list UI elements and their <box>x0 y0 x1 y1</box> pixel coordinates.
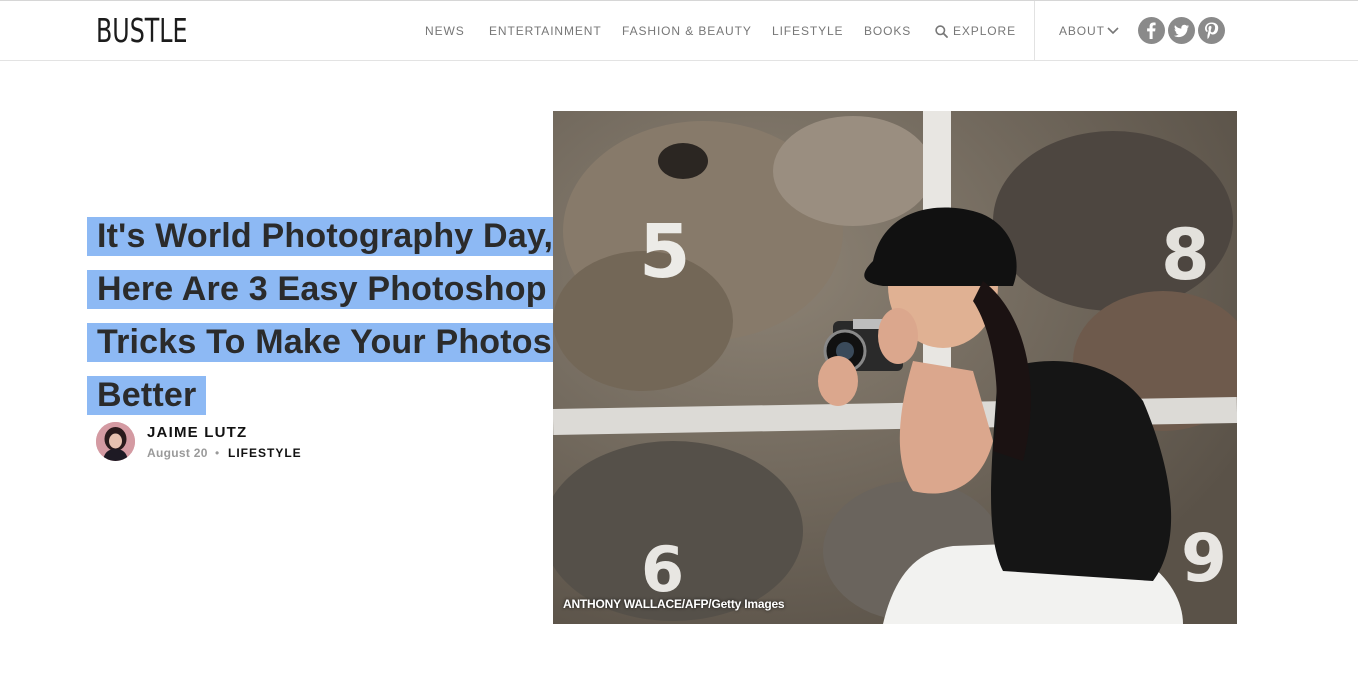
headline-line: It's World Photography Day, So <box>87 217 617 256</box>
pinterest-button[interactable] <box>1198 17 1225 44</box>
headline-line: Better <box>87 376 207 415</box>
nav-lifestyle[interactable]: LIFESTYLE <box>772 24 843 38</box>
facebook-button[interactable] <box>1138 17 1165 44</box>
twitter-button[interactable] <box>1168 17 1195 44</box>
pinterest-icon <box>1205 22 1219 39</box>
facebook-icon <box>1147 22 1156 39</box>
byline-separator: • <box>215 446 220 460</box>
twitter-icon <box>1174 24 1189 38</box>
search-icon[interactable] <box>935 25 948 38</box>
header-divider <box>1034 1 1035 61</box>
publish-date: August 20 <box>147 446 208 460</box>
nav-news[interactable]: NEWS <box>425 24 465 38</box>
wall-number-8: 8 <box>1161 214 1210 296</box>
hero-photo-illustration: 5 8 6 9 <box>553 111 1237 624</box>
hero-image: 5 8 6 9 ANTHONY WALLACE/AFP/Getty Images <box>553 111 1237 624</box>
nav-fashion-beauty[interactable]: FASHION & BEAUTY <box>622 24 752 38</box>
author-name[interactable]: JAIME LUTZ <box>147 424 247 441</box>
bustle-logo[interactable]: BUSTLE <box>96 11 188 51</box>
headline-line: Here Are 3 Easy Photoshop <box>87 270 557 309</box>
nav-about[interactable]: ABOUT <box>1059 24 1105 38</box>
nav-books[interactable]: BOOKS <box>864 24 911 38</box>
wall-number-9: 9 <box>1181 520 1227 597</box>
chevron-down-icon[interactable] <box>1107 27 1119 35</box>
wall-number-5: 5 <box>639 209 691 295</box>
site-header: BUSTLE NEWS ENTERTAINMENT FASHION & BEAU… <box>0 0 1358 61</box>
avatar-image <box>96 422 135 461</box>
nav-entertainment[interactable]: ENTERTAINMENT <box>489 24 602 38</box>
author-avatar[interactable] <box>96 422 135 461</box>
category-link[interactable]: LIFESTYLE <box>228 446 302 460</box>
nav-explore[interactable]: EXPLORE <box>953 24 1016 38</box>
wall-number-6: 6 <box>641 533 684 606</box>
image-credit: ANTHONY WALLACE/AFP/Getty Images <box>563 597 785 611</box>
